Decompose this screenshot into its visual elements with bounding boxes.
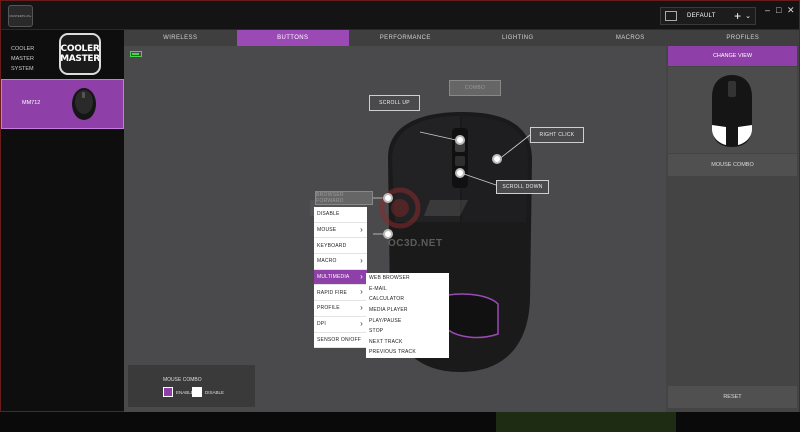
watermark-text: OC3D.NET [388,238,443,249]
submenu-item-media-player[interactable]: MEDIA PLAYER [366,305,449,316]
bottom-strip [0,412,800,432]
disable-label: DISABLE [205,390,225,395]
menu-item-label: MACRO [317,258,337,265]
view-panel: CHANGE VIEW MOUSE COMBO RESET [666,46,799,412]
menu-item-multimedia[interactable]: MULTIMEDIA › [314,269,367,286]
enable-swatch [163,387,173,397]
menu-item-macro[interactable]: MACRO › [314,254,367,270]
menu-item-disable[interactable]: DISABLE [314,207,367,223]
menu-item-keyboard[interactable]: KEYBOARD [314,238,367,255]
chevron-right-icon: › [360,271,363,281]
menu-item-profile[interactable]: PROFILE › [314,301,367,317]
combo-callout[interactable]: COMBO [449,80,501,96]
scroll-down-hotspot[interactable] [455,168,465,178]
submenu-item-web-browser[interactable]: WEB BROWSER [366,273,449,284]
multimedia-submenu: WEB BROWSER E-MAIL CALCULATOR MEDIA PLAY… [366,273,449,358]
menu-item-label: MOUSE [317,227,337,234]
menu-item-dpi[interactable]: DPI › [314,317,367,333]
menu-item-rapid-fire[interactable]: RAPID FIRE › [314,285,367,302]
reset-button[interactable]: RESET [668,386,797,408]
menu-item-label: PROFILE [317,305,340,312]
submenu-item-calculator[interactable]: CALCULATOR [366,294,449,305]
background-glimpse [496,412,676,432]
mouse-combo-button[interactable]: MOUSE COMBO [668,154,797,176]
scroll-up-hotspot[interactable] [455,135,465,145]
right-click-callout[interactable]: RIGHT CLICK [530,127,584,143]
back-button-hotspot[interactable] [383,229,393,239]
button-assign-menu: DISABLE MOUSE › KEYBOARD MACRO › MULTIMEDI… [314,207,367,349]
submenu-item-next-track[interactable]: NEXT TRACK [366,337,449,348]
submenu-item-play-pause[interactable]: PLAY/PAUSE [366,315,449,326]
change-view-button[interactable]: CHANGE VIEW [668,46,797,66]
disable-swatch [192,387,202,397]
scroll-down-callout[interactable]: SCROLL DOWN [496,180,549,194]
forward-button-hotspot[interactable] [383,193,393,203]
right-click-hotspot[interactable] [492,154,502,164]
chevron-right-icon: › [360,224,363,234]
menu-item-label: KEYBOARD [317,242,347,249]
submenu-item-stop[interactable]: STOP [366,326,449,337]
scroll-up-callout[interactable]: SCROLL UP [369,95,420,111]
chevron-right-icon: › [360,287,363,297]
menu-item-mouse[interactable]: MOUSE › [314,223,367,239]
menu-item-label: DPI [317,321,326,328]
submenu-item-previous-track[interactable]: PREVIOUS TRACK [366,347,449,358]
browser-forward-callout[interactable]: BROWSER FORWARD [315,191,373,205]
chevron-right-icon: › [360,256,363,266]
submenu-item-email[interactable]: E-MAIL [366,284,449,295]
mouse-preview[interactable] [668,67,797,153]
menu-item-label: MULTIMEDIA [317,274,350,281]
chevron-right-icon: › [360,303,363,313]
chevron-right-icon: › [360,318,363,328]
menu-item-label: RAPID FIRE [317,289,348,296]
mouse-preview-icon [712,75,752,147]
menu-item-label: DISABLE [317,211,340,218]
menu-item-sensor[interactable]: SENSOR ON/OFF [314,333,367,349]
menu-item-label: SENSOR ON/OFF [317,336,361,343]
mouse-combo-title: MOUSE COMBO [163,377,202,383]
mouse-combo-legend: MOUSE COMBO ENABLE DISABLE [128,365,255,407]
